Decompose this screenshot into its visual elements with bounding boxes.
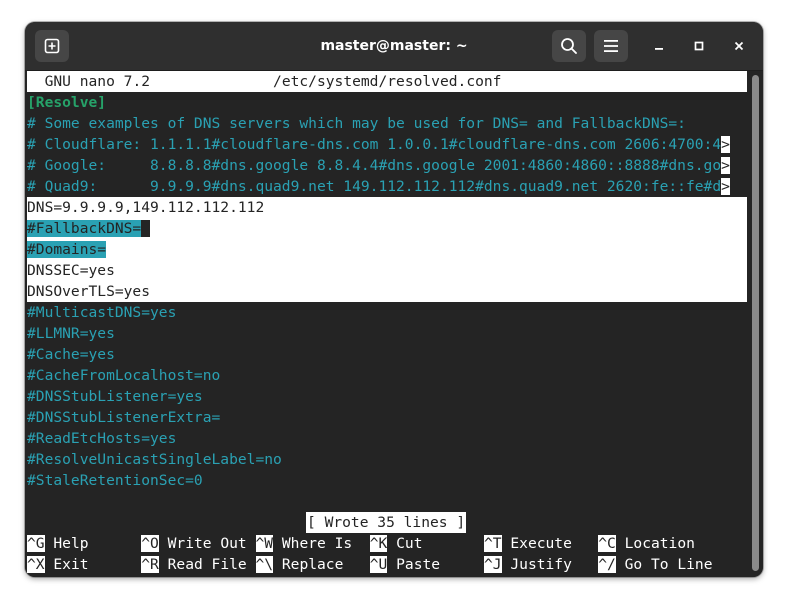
shortcut-label: Write Out: [167, 535, 247, 552]
shortcut-label: Read File: [167, 556, 247, 573]
new-tab-icon: [44, 38, 60, 54]
minimize-icon: [655, 48, 663, 50]
terminal-area[interactable]: GNU nano 7.2 /etc/systemd/resolved.conf …: [25, 71, 747, 577]
shortcut-label: Cut: [396, 535, 423, 552]
new-tab-button[interactable]: [35, 30, 69, 62]
shortcut-label: Exit: [53, 556, 89, 573]
config-line[interactable]: #LLMNR=yes: [27, 323, 115, 344]
config-line[interactable]: #MulticastDNS=yes: [27, 302, 176, 323]
shortcut-label: Location: [624, 535, 695, 552]
domains-text: #Domains=: [27, 241, 107, 258]
shortcut-label: Where Is: [281, 535, 353, 552]
shortcut-key[interactable]: ^O: [141, 535, 159, 552]
config-line[interactable]: #Cache=yes: [27, 344, 115, 365]
overflow-marker: >: [721, 157, 730, 174]
terminal-window: master@master: ~ GNU nano 7.2 /etc/syste…: [25, 22, 763, 577]
shortcut-key[interactable]: ^W: [255, 535, 274, 552]
domains-line[interactable]: #Domains=: [27, 239, 107, 260]
overflow-marker: >: [721, 136, 730, 153]
fallback-dns-text: #FallbackDNS=: [27, 220, 142, 237]
comment-line[interactable]: # Cloudflare: 1.1.1.1#cloudflare-dns.com…: [27, 134, 747, 155]
overflow-marker: >: [721, 178, 730, 195]
shortcut-label: Paste: [396, 556, 441, 573]
shortcut-key[interactable]: ^X: [27, 556, 45, 573]
nano-filename: /etc/systemd/resolved.conf: [273, 73, 502, 90]
comment-text: # Google: 8.8.8.8#dns.google 8.8.4.4#dns…: [27, 157, 722, 174]
shortcut-label: Execute: [510, 535, 572, 552]
nano-header: GNU nano 7.2 /etc/systemd/resolved.conf: [27, 71, 747, 92]
nano-version: GNU nano 7.2: [44, 73, 151, 90]
config-line[interactable]: #CacheFromLocalhost=no: [27, 365, 220, 386]
shortcut-bar-top: ^G Help ^O Write Out ^W Where Is ^K Cut …: [27, 533, 695, 554]
shortcut-key[interactable]: ^C: [598, 535, 616, 552]
shortcut-key[interactable]: ^K: [369, 535, 388, 552]
shortcut-key[interactable]: ^/: [598, 556, 616, 573]
menu-button[interactable]: [594, 30, 628, 62]
shortcut-key[interactable]: ^\: [255, 556, 274, 573]
close-icon: [734, 41, 744, 51]
fallback-dns-line[interactable]: #FallbackDNS=: [27, 218, 151, 239]
section-line[interactable]: [Resolve]: [27, 92, 106, 113]
shortcut-label: Replace: [281, 556, 344, 573]
config-line[interactable]: #ResolveUnicastSingleLabel=no: [27, 449, 282, 470]
dnsovertls-line[interactable]: DNSOverTLS=yes: [27, 281, 150, 302]
dnssec-line[interactable]: DNSSEC=yes: [27, 260, 115, 281]
minimize-button[interactable]: [647, 34, 671, 58]
hamburger-menu-icon: [604, 40, 618, 52]
title-bar: master@master: ~: [25, 22, 763, 71]
config-line[interactable]: #DNSStubListenerExtra=: [27, 407, 220, 428]
shortcut-label: Help: [53, 535, 89, 552]
dns-line[interactable]: DNS=9.9.9.9,149.112.112.112: [27, 197, 264, 218]
search-icon: [561, 38, 577, 54]
status-message: [ Wrote 35 lines ]: [306, 512, 467, 533]
comment-line[interactable]: # Quad9: 9.9.9.9#dns.quad9.net 149.112.1…: [27, 176, 747, 197]
comment-text: # Cloudflare: 1.1.1.1#cloudflare-dns.com…: [27, 136, 722, 153]
close-button[interactable]: [727, 34, 751, 58]
maximize-button[interactable]: [687, 34, 711, 58]
config-line[interactable]: #DNSStubListener=yes: [27, 386, 203, 407]
scrollbar-thumb[interactable]: [752, 75, 759, 571]
shortcut-bar-bottom: ^X Exit ^R Read File ^\ Replace ^U Paste…: [27, 554, 713, 575]
comment-line[interactable]: # Google: 8.8.8.8#dns.google 8.8.4.4#dns…: [27, 155, 747, 176]
comment-text: # Quad9: 9.9.9.9#dns.quad9.net 149.112.1…: [27, 178, 722, 195]
config-line[interactable]: #ReadEtcHosts=yes: [27, 428, 176, 449]
shortcut-key[interactable]: ^T: [484, 535, 502, 552]
shortcut-key[interactable]: ^G: [27, 535, 45, 552]
shortcut-label: Go To Line: [624, 556, 713, 573]
scrollbar[interactable]: [747, 71, 763, 577]
shortcut-key[interactable]: ^U: [369, 556, 388, 573]
search-button[interactable]: [552, 30, 586, 62]
shortcut-key[interactable]: ^R: [141, 556, 159, 573]
comment-line[interactable]: # Some examples of DNS servers which may…: [27, 113, 686, 134]
config-line[interactable]: #StaleRetentionSec=0: [27, 470, 203, 491]
shortcut-label: Justify: [510, 556, 572, 573]
maximize-icon: [694, 41, 704, 51]
shortcut-key[interactable]: ^J: [484, 556, 502, 573]
